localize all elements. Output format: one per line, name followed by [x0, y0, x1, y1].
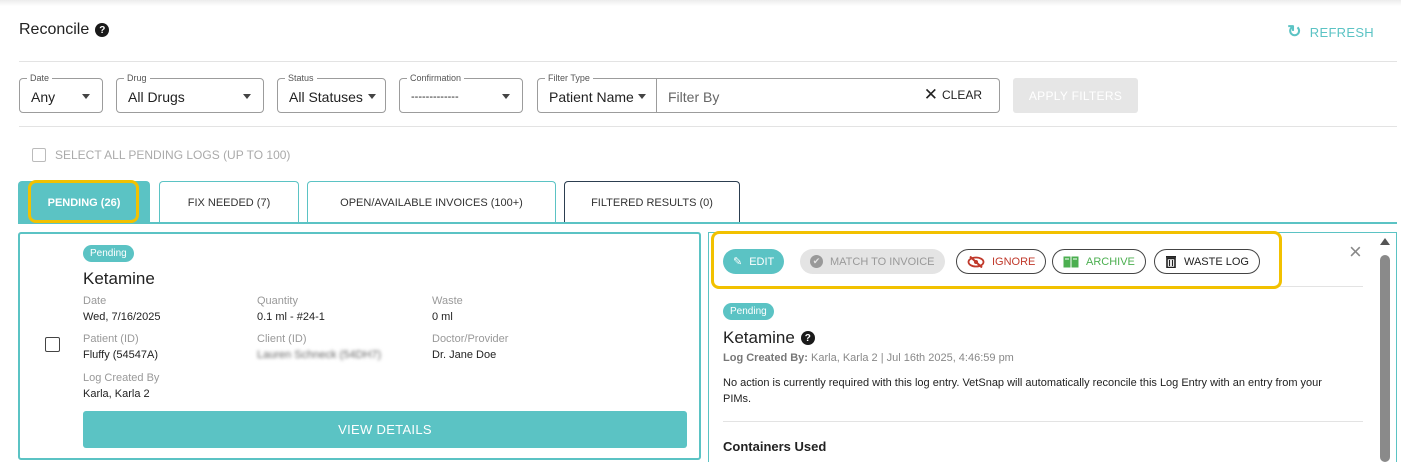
question-circle-icon[interactable]: ?: [800, 331, 815, 345]
scrollbar-thumb[interactable]: [1380, 255, 1390, 462]
status-badge: Pending: [83, 245, 134, 262]
status-select[interactable]: Status All Statuses: [277, 73, 386, 113]
log-checkbox[interactable]: [45, 337, 60, 352]
highlight-action-buttons: [711, 231, 1282, 289]
status-badge: Pending: [723, 303, 774, 320]
filter-type-select[interactable]: Filter Type Patient Name: [537, 73, 657, 113]
drug-name: Ketamine ?: [723, 328, 815, 348]
quantity-field: Quantity 0.1 ml - #24-1: [257, 295, 325, 323]
containers-used-heading: Containers Used: [723, 439, 827, 454]
drug-name: Ketamine: [83, 269, 155, 288]
divider: [19, 61, 1397, 62]
tab-filtered-results[interactable]: FILTERED RESULTS (0): [564, 181, 740, 223]
tab-open-available-invoices[interactable]: OPEN/AVAILABLE INVOICES (100+): [307, 181, 556, 223]
filter-by-input[interactable]: Filter By ✕ CLEAR: [656, 78, 1000, 113]
divider: [723, 421, 1363, 422]
doctor-field: Doctor/Provider Dr. Jane Doe: [432, 333, 509, 361]
checkbox[interactable]: [32, 148, 46, 162]
view-details-button[interactable]: VIEW DETAILS: [83, 411, 687, 448]
refresh-button[interactable]: ↻ REFRESH: [1287, 22, 1374, 42]
chevron-down-icon: [243, 94, 251, 99]
chevron-down-icon: [638, 94, 646, 99]
scrollbar[interactable]: [1379, 238, 1391, 462]
status-message: No action is currently required with thi…: [723, 377, 1322, 405]
log-created-by-field: Log Created By Karla, Karla 2: [83, 372, 160, 400]
apply-filters-button[interactable]: APPLY FILTERS: [1013, 78, 1138, 113]
chevron-down-icon: [82, 94, 90, 99]
confirmation-select[interactable]: Confirmation -------------: [399, 73, 523, 113]
top-shadow: [0, 0, 1401, 6]
highlight-pending-tab: [28, 180, 139, 223]
tab-underline: [18, 222, 1397, 224]
refresh-icon: ↻: [1287, 22, 1302, 41]
log-created-by: Log Created By: Karla, Karla 2 | Jul 16t…: [723, 352, 1014, 364]
log-card: Pending Ketamine Date Wed, 7/16/2025 Qua…: [18, 232, 701, 460]
chevron-down-icon: [368, 94, 376, 99]
divider: [19, 126, 1397, 127]
drug-select[interactable]: Drug All Drugs: [116, 73, 264, 113]
client-field: Client (ID) Lauren Schneck (54DH7): [257, 333, 382, 361]
close-icon: ✕: [923, 85, 938, 104]
chevron-down-icon: [502, 94, 510, 99]
date-field: Date Wed, 7/16/2025: [83, 295, 161, 323]
waste-field: Waste 0 ml: [432, 295, 463, 323]
page-title: Reconcile ?: [19, 21, 110, 39]
clear-button[interactable]: ✕ CLEAR: [923, 85, 982, 104]
date-select[interactable]: Date Any: [19, 73, 103, 113]
question-circle-icon[interactable]: ?: [95, 23, 110, 37]
tab-fix-needed[interactable]: FIX NEEDED (7): [159, 181, 299, 223]
scroll-up-arrow-icon[interactable]: [1380, 238, 1390, 245]
select-all-pending-logs[interactable]: SELECT ALL PENDING LOGS (UP TO 100): [32, 148, 290, 162]
close-icon[interactable]: ×: [1349, 239, 1362, 265]
patient-field: Patient (ID) Fluffy (54547A): [83, 333, 159, 361]
